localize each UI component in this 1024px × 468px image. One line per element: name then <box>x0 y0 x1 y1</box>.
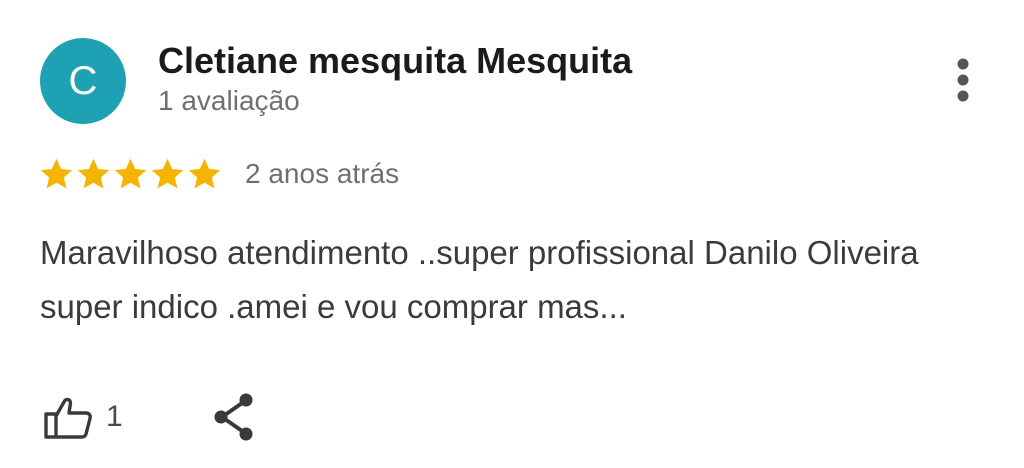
star-icon <box>40 158 73 189</box>
like-count: 1 <box>106 400 123 433</box>
more-vert-icon <box>957 58 969 102</box>
review-actions: 1 <box>40 392 257 442</box>
star-icon <box>114 158 147 189</box>
thumb-up-icon <box>44 397 92 439</box>
star-icon <box>77 158 110 189</box>
like-button[interactable]: 1 <box>40 394 123 440</box>
review-card: C Cletiane mesquita Mesquita 1 avaliação… <box>0 0 1024 468</box>
share-button[interactable] <box>211 392 257 442</box>
reviewer-name[interactable]: Cletiane mesquita Mesquita <box>158 40 632 82</box>
share-icon <box>214 393 253 441</box>
review-date: 2 anos atrás <box>245 158 400 189</box>
star-rating <box>38 156 223 192</box>
star-icon <box>188 158 221 189</box>
avatar[interactable]: C <box>40 38 126 124</box>
avatar-initial: C <box>68 58 98 103</box>
more-options-button[interactable] <box>942 56 984 104</box>
star-icon <box>151 158 184 189</box>
reviewer-review-count: 1 avaliação <box>158 85 300 116</box>
review-text[interactable]: Maravilhoso atendimento ..super profissi… <box>40 226 940 334</box>
rating-row: 2 anos atrás <box>38 154 399 194</box>
